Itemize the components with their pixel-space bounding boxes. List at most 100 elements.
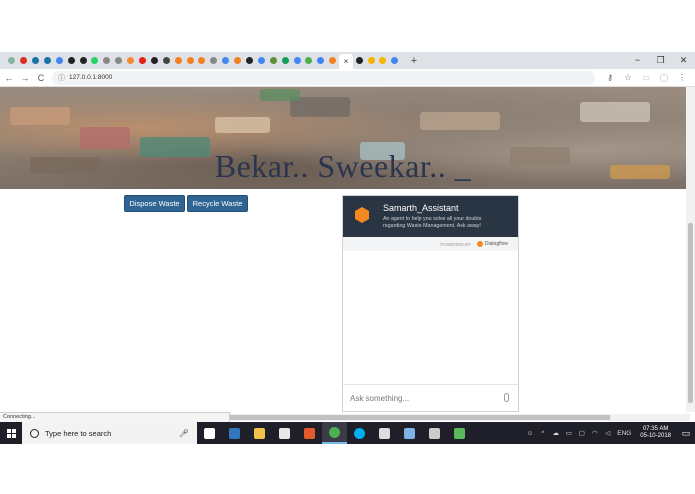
- taskbar-app[interactable]: [447, 422, 472, 444]
- taskbar-app[interactable]: [247, 422, 272, 444]
- circle-icon: [150, 57, 158, 64]
- taskbar-mic-icon[interactable]: 🎤︎: [179, 429, 189, 438]
- taskbar-app[interactable]: [272, 422, 297, 444]
- chat-input[interactable]: Ask something...: [343, 384, 518, 411]
- vertical-scrollbar[interactable]: [686, 87, 695, 412]
- stack-icon: [198, 57, 206, 64]
- browser-tab[interactable]: [18, 54, 29, 67]
- clock[interactable]: 07:35 AM 05-10-2018: [640, 426, 671, 441]
- vertical-scroll-thumb[interactable]: [688, 223, 693, 403]
- browser-tab[interactable]: [220, 54, 231, 67]
- tab-icon: [8, 57, 16, 64]
- new-tab-button[interactable]: +: [407, 55, 421, 67]
- browser-tab[interactable]: [327, 54, 338, 67]
- taskbar-app[interactable]: [397, 422, 422, 444]
- microphone-icon[interactable]: [504, 393, 509, 402]
- profile-icon[interactable]: ◯: [655, 73, 673, 82]
- page-icon: [162, 57, 170, 64]
- menu-icon[interactable]: ⋮: [673, 73, 691, 82]
- info-icon[interactable]: ⓘ: [58, 73, 65, 83]
- close-window-button[interactable]: ✕: [672, 52, 695, 69]
- taskbar-app[interactable]: [222, 422, 247, 444]
- browser-tab[interactable]: [77, 54, 88, 67]
- browser-tab[interactable]: [54, 54, 65, 67]
- store-icon: [279, 427, 290, 439]
- whatsapp-icon: [91, 57, 99, 64]
- browser-tab[interactable]: [137, 54, 148, 67]
- tray-expand-icon[interactable]: ^: [537, 430, 548, 437]
- browser-tab[interactable]: [65, 54, 76, 67]
- browser-tab[interactable]: [149, 54, 160, 67]
- active-tab[interactable]: ×: [338, 54, 353, 69]
- browser-tab[interactable]: [279, 54, 290, 67]
- extension-icon[interactable]: ▭: [637, 73, 655, 82]
- browser-tab[interactable]: [161, 54, 172, 67]
- browser-toolbar: ← → C ⓘ 127.0.0.1:8000 ⚷ ☆ ▭ ◯ ⋮: [0, 69, 695, 87]
- browser-tab[interactable]: [315, 54, 326, 67]
- taskbar-app[interactable]: [422, 422, 447, 444]
- minimize-button[interactable]: −: [626, 52, 649, 69]
- browser-tab[interactable]: [365, 54, 376, 67]
- notification-icon[interactable]: ▭: [677, 428, 695, 439]
- browser-tab[interactable]: [353, 54, 364, 67]
- explorer-icon: [254, 427, 265, 439]
- browser-tab[interactable]: [256, 54, 267, 67]
- browser-tab[interactable]: [377, 54, 388, 67]
- browser-tab[interactable]: [113, 54, 124, 67]
- taskbar-app[interactable]: [297, 422, 322, 444]
- browser-tab[interactable]: [184, 54, 195, 67]
- browser-tab[interactable]: [208, 54, 219, 67]
- status-bubble: Connecting...: [0, 412, 230, 422]
- start-button[interactable]: [0, 422, 22, 444]
- battery-icon[interactable]: ▭: [563, 429, 574, 437]
- browser-tab[interactable]: [89, 54, 100, 67]
- star-icon[interactable]: ☆: [619, 73, 637, 82]
- browser-tab[interactable]: [303, 54, 314, 67]
- taskbar-app[interactable]: [372, 422, 397, 444]
- back-button[interactable]: ←: [2, 73, 16, 83]
- reload-button[interactable]: C: [34, 73, 48, 83]
- youtube-icon: [138, 57, 146, 64]
- browser-tab[interactable]: [196, 54, 207, 67]
- address-bar[interactable]: ⓘ 127.0.0.1:8000: [52, 70, 595, 85]
- taskbar-search[interactable]: Type here to search 🎤︎: [22, 422, 197, 444]
- circle-icon: [67, 57, 75, 64]
- circle-icon: [31, 57, 39, 64]
- browser-tab[interactable]: [389, 54, 400, 67]
- browser-tab[interactable]: [291, 54, 302, 67]
- horizontal-scroll-thumb[interactable]: [230, 415, 610, 420]
- close-tab-icon[interactable]: ×: [344, 57, 349, 66]
- system-tray: ☺ ^ ☁ ▭ ▢ ◠ ◁ ENG 07:35 AM 05-10-2018 ▭: [523, 422, 695, 444]
- browser-tab[interactable]: [30, 54, 41, 67]
- browser-tab[interactable]: [232, 54, 243, 67]
- taskbar-app[interactable]: [322, 422, 347, 444]
- people-icon[interactable]: ☺: [524, 430, 535, 437]
- taskbar-app[interactable]: [197, 422, 222, 444]
- browser-tab[interactable]: [244, 54, 255, 67]
- forward-button[interactable]: →: [18, 73, 32, 83]
- browser-tab[interactable]: [125, 54, 136, 67]
- restore-button[interactable]: ❐: [649, 52, 672, 69]
- taskbar-app[interactable]: [347, 422, 372, 444]
- browser-tab[interactable]: [6, 54, 17, 67]
- browser-tab[interactable]: [101, 54, 112, 67]
- horizontal-scrollbar[interactable]: [230, 414, 690, 421]
- powered-by-label: POWERED BY: [440, 241, 471, 247]
- slides-icon: [379, 57, 387, 64]
- wifi-icon[interactable]: ◠: [589, 429, 600, 437]
- browser-tab[interactable]: [268, 54, 279, 67]
- recycle-waste-button[interactable]: Recycle Waste: [187, 195, 248, 212]
- language-indicator[interactable]: ENG: [615, 430, 633, 437]
- chat-header: Samarth_Assistant An agent to help you s…: [343, 196, 518, 237]
- key-icon[interactable]: ⚷: [601, 73, 619, 82]
- browser-tab[interactable]: [42, 54, 53, 67]
- volume-icon[interactable]: ◁: [602, 429, 613, 437]
- display-icon[interactable]: ▢: [576, 429, 587, 437]
- google-icon: [257, 57, 265, 64]
- slides-icon: [367, 57, 375, 64]
- cloud-icon[interactable]: ☁: [550, 429, 561, 437]
- stack-icon: [329, 57, 337, 64]
- app-icon: [304, 427, 315, 439]
- dispose-waste-button[interactable]: Dispose Waste: [124, 195, 185, 212]
- browser-tab[interactable]: [172, 54, 183, 67]
